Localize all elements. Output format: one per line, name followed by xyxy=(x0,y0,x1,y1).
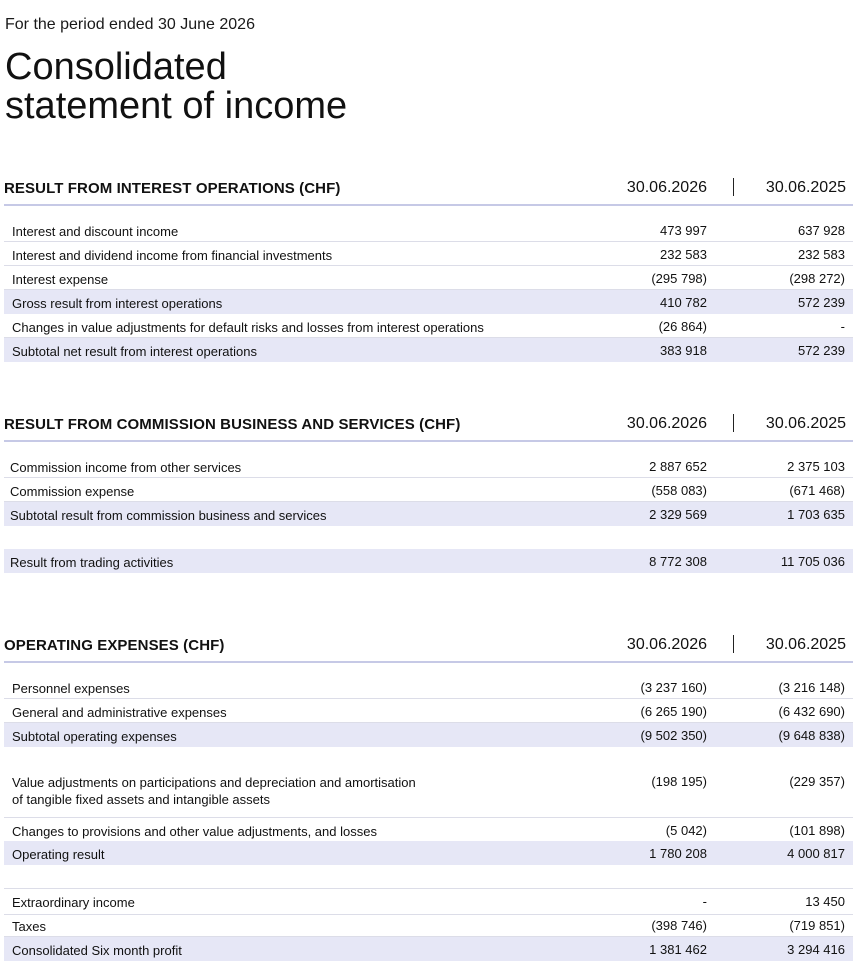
table-row: Changes to provisions and other value ad… xyxy=(4,818,853,842)
column-header-2025: 30.06.2025 xyxy=(765,415,846,432)
row-label: Interest expense xyxy=(12,272,109,287)
row-label: Taxes xyxy=(12,919,46,934)
column-header-2025: 30.06.2025 xyxy=(765,179,846,196)
value-2026: (5 042) xyxy=(665,823,707,838)
value-2026: (198 195) xyxy=(651,774,707,789)
column-header-2026: 30.06.2026 xyxy=(626,636,707,653)
value-2025: (9 648 838) xyxy=(778,728,846,743)
section-title: RESULT FROM INTEREST OPERATIONS (CHF) xyxy=(4,180,341,197)
row-label: Extraordinary income xyxy=(12,895,135,910)
subtotal-row: Subtotal result from commission business… xyxy=(4,502,853,526)
column-header-2025: 30.06.2025 xyxy=(765,636,846,653)
value-2025: (298 272) xyxy=(789,271,845,286)
table-row: Interest and discount income 473 997 637… xyxy=(4,218,853,242)
subtotal-row: Operating result 1 780 208 4 000 817 xyxy=(4,841,853,865)
period-subtitle: For the period ended 30 June 2026 xyxy=(5,16,255,33)
table-row: Personnel expenses (3 237 160) (3 216 14… xyxy=(4,675,853,699)
value-2026: (558 083) xyxy=(651,483,707,498)
value-2025: (6 432 690) xyxy=(778,704,846,719)
row-label: Value adjustments on participations and … xyxy=(12,774,416,808)
value-2025: 11 705 036 xyxy=(780,554,845,569)
value-2025: - xyxy=(840,319,845,334)
value-2026: 2 887 652 xyxy=(649,459,707,474)
row-label: Interest and dividend income from financ… xyxy=(12,248,333,263)
value-2026: (26 864) xyxy=(658,319,707,334)
value-2025: 4 000 817 xyxy=(787,846,845,861)
row-label: Operating result xyxy=(12,847,105,862)
value-2026: 8 772 308 xyxy=(649,554,707,569)
table-row: Changes in value adjustments for default… xyxy=(4,314,853,338)
row-label: Changes in value adjustments for default… xyxy=(12,320,484,335)
table-row: Taxes (398 746) (719 851) xyxy=(4,913,853,937)
value-2025: (671 468) xyxy=(789,483,845,498)
table-row: Interest and dividend income from financ… xyxy=(4,242,853,266)
column-divider xyxy=(733,414,734,432)
row-label: Subtotal operating expenses xyxy=(12,729,177,744)
value-2025: 1 703 635 xyxy=(787,507,845,522)
page-title-line-2: statement of income xyxy=(5,85,348,127)
table-row: Commission income from other services 2 … xyxy=(4,454,853,478)
row-label: Subtotal net result from interest operat… xyxy=(12,344,257,359)
value-2025: (229 357) xyxy=(789,774,845,789)
subtotal-row: Subtotal net result from interest operat… xyxy=(4,338,853,362)
section-header-commission: RESULT FROM COMMISSION BUSINESS AND SERV… xyxy=(4,410,853,442)
value-2026: (295 798) xyxy=(651,271,707,286)
value-2025: 3 294 416 xyxy=(787,942,845,957)
value-2026: 1 780 208 xyxy=(649,846,707,861)
value-2025: 2 375 103 xyxy=(787,459,845,474)
row-label: Subtotal result from commission business… xyxy=(10,508,327,523)
section-title: OPERATING EXPENSES (CHF) xyxy=(4,637,225,654)
value-2025: (719 851) xyxy=(789,918,845,933)
section-header-opex: OPERATING EXPENSES (CHF) 30.06.2026 30.0… xyxy=(4,631,853,663)
column-divider xyxy=(733,178,734,196)
table-row: Interest expense (295 798) (298 272) xyxy=(4,266,853,290)
table-row: Value adjustments on participations and … xyxy=(4,769,853,818)
value-2026: 473 997 xyxy=(660,223,707,238)
page-title: Consolidated statement of income xyxy=(5,48,347,126)
row-label: Changes to provisions and other value ad… xyxy=(12,824,377,839)
row-label: Commission income from other services xyxy=(10,460,242,475)
page-title-line-1: Consolidated xyxy=(5,46,227,88)
row-label-line-2: of tangible fixed assets and intangible … xyxy=(12,792,271,807)
value-2025: 13 450 xyxy=(805,894,845,909)
subtotal-row: Gross result from interest operations 41… xyxy=(4,290,853,314)
subtotal-row: Subtotal operating expenses (9 502 350) … xyxy=(4,723,853,747)
section-header-interest: RESULT FROM INTEREST OPERATIONS (CHF) 30… xyxy=(4,174,853,206)
value-2026: 2 329 569 xyxy=(649,507,707,522)
row-label-line-1: Value adjustments on participations and … xyxy=(12,775,416,790)
row-label: Personnel expenses xyxy=(12,681,130,696)
value-2026: 383 918 xyxy=(660,343,707,358)
row-label: Consolidated Six month profit xyxy=(12,943,182,958)
value-2025: 232 583 xyxy=(798,247,845,262)
total-row: Consolidated Six month profit 1 381 462 … xyxy=(4,937,853,961)
column-header-2026: 30.06.2026 xyxy=(626,415,707,432)
value-2026: (6 265 190) xyxy=(640,704,708,719)
table-row: Extraordinary income - 13 450 xyxy=(4,888,853,915)
row-label: Interest and discount income xyxy=(12,224,179,239)
value-2026: (398 746) xyxy=(651,918,707,933)
value-2026: (9 502 350) xyxy=(640,728,708,743)
value-2026: 1 381 462 xyxy=(649,942,707,957)
row-label: Commission expense xyxy=(10,484,135,499)
table-row: General and administrative expenses (6 2… xyxy=(4,699,853,723)
value-2025: 572 239 xyxy=(798,295,845,310)
row-label: General and administrative expenses xyxy=(12,705,227,720)
column-header-2026: 30.06.2026 xyxy=(626,179,707,196)
section-title: RESULT FROM COMMISSION BUSINESS AND SERV… xyxy=(4,416,461,433)
value-2026: - xyxy=(702,894,707,909)
subtotal-row: Result from trading activities 8 772 308… xyxy=(4,549,853,573)
row-label: Gross result from interest operations xyxy=(12,296,223,311)
value-2026: (3 237 160) xyxy=(640,680,708,695)
value-2026: 232 583 xyxy=(660,247,707,262)
value-2025: 572 239 xyxy=(798,343,845,358)
value-2025: 637 928 xyxy=(798,223,845,238)
column-divider xyxy=(733,635,734,653)
value-2025: (101 898) xyxy=(789,823,845,838)
value-2026: 410 782 xyxy=(660,295,707,310)
row-label: Result from trading activities xyxy=(10,555,174,570)
table-row: Commission expense (558 083) (671 468) xyxy=(4,478,853,502)
value-2025: (3 216 148) xyxy=(778,680,846,695)
